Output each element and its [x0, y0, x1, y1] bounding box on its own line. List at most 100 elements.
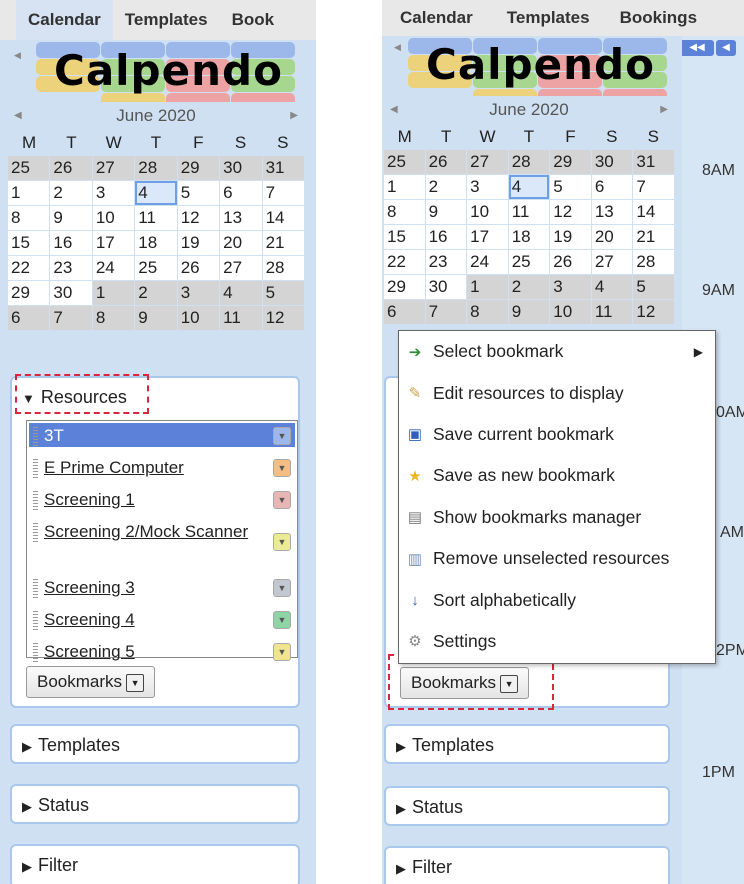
calendar-day[interactable]: 8 [92, 306, 135, 330]
calendar-day[interactable]: 28 [633, 250, 674, 274]
calendar-day[interactable]: 27 [591, 250, 633, 274]
calendar-day[interactable]: 25 [135, 256, 177, 280]
resource-label[interactable]: Screening 2/Mock Scanner [44, 519, 269, 543]
calendar-day[interactable]: 9 [50, 206, 92, 230]
resource-label[interactable]: Screening 5 [44, 639, 269, 663]
calendar-day[interactable]: 5 [177, 181, 220, 205]
calendar-day[interactable]: 11 [508, 200, 550, 224]
resource-label[interactable]: E Prime Computer [44, 455, 269, 479]
calendar-day[interactable]: 10 [467, 200, 508, 224]
calendar-day[interactable]: 11 [591, 300, 633, 324]
calendar-day[interactable]: 3 [550, 275, 591, 299]
calendar-day[interactable]: 13 [220, 206, 262, 230]
calendar-day[interactable]: 28 [135, 156, 177, 180]
menu-item[interactable]: ▥ Remove unselected resources [399, 538, 715, 579]
calendar-day[interactable]: 14 [262, 206, 304, 230]
calendar-day[interactable]: 19 [550, 225, 591, 249]
resource-item[interactable]: Screening 2/Mock Scanner ▼ [29, 519, 295, 567]
calendar-day[interactable]: 4 [508, 175, 550, 199]
calendar-day[interactable]: 16 [425, 225, 467, 249]
color-dropdown-icon[interactable]: ▼ [273, 491, 291, 509]
calendar-day[interactable]: 30 [50, 281, 92, 305]
calendar-day[interactable]: 3 [467, 175, 508, 199]
calendar-day[interactable]: 18 [135, 231, 177, 255]
calendar-day[interactable]: 9 [135, 306, 177, 330]
calendar-day[interactable]: 7 [425, 300, 467, 324]
calendar-day[interactable]: 16 [50, 231, 92, 255]
resource-item[interactable]: 3T ▼ [29, 423, 295, 447]
color-dropdown-icon[interactable]: ▼ [273, 533, 291, 551]
calendar-day[interactable]: 7 [262, 181, 304, 205]
calendar-day[interactable]: 24 [467, 250, 508, 274]
calendar-day[interactable]: 8 [8, 206, 50, 230]
calendar-day[interactable]: 1 [384, 175, 425, 199]
calendar-day[interactable]: 30 [591, 150, 633, 174]
calendar-day[interactable]: 28 [508, 150, 550, 174]
calendar-day[interactable]: 1 [467, 275, 508, 299]
menu-item[interactable]: ▣ Save current bookmark [399, 414, 715, 455]
calendar-day[interactable]: 11 [135, 206, 177, 230]
calendar-day[interactable]: 10 [550, 300, 591, 324]
calendar-day[interactable]: 3 [92, 181, 135, 205]
calendar-day[interactable]: 9 [508, 300, 550, 324]
tab-bookings[interactable]: Bookings [602, 0, 709, 36]
calendar-day[interactable]: 30 [425, 275, 467, 299]
calendar-day[interactable]: 10 [92, 206, 135, 230]
calendar-day[interactable]: 1 [8, 181, 50, 205]
calendar-day[interactable]: 5 [262, 281, 304, 305]
calendar-day[interactable]: 26 [550, 250, 591, 274]
prev-month-icon[interactable]: ◀ [390, 96, 398, 124]
resource-item[interactable]: Screening 3 ▼ [29, 575, 295, 599]
calendar-day[interactable]: 14 [633, 200, 674, 224]
tab-bookings[interactable]: Book [220, 0, 287, 40]
calendar-day[interactable]: 10 [177, 306, 220, 330]
calendar-day[interactable]: 22 [384, 250, 425, 274]
calendar-day[interactable]: 12 [177, 206, 220, 230]
calendar-day[interactable]: 8 [467, 300, 508, 324]
calendar-day[interactable]: 28 [262, 256, 304, 280]
calendar-day[interactable]: 24 [92, 256, 135, 280]
calendar-day[interactable]: 21 [262, 231, 304, 255]
calendar-day[interactable]: 6 [8, 306, 50, 330]
calendar-day[interactable]: 27 [220, 256, 262, 280]
calendar-day[interactable]: 31 [633, 150, 674, 174]
calendar-day[interactable]: 17 [467, 225, 508, 249]
menu-item[interactable]: ✎ Edit resources to display [399, 372, 715, 413]
templates-section[interactable]: ▶ Templates [384, 724, 670, 764]
drag-handle-icon[interactable] [33, 427, 38, 447]
tab-templates[interactable]: Templates [113, 0, 220, 40]
calendar-day[interactable]: 13 [591, 200, 633, 224]
calendar-day[interactable]: 12 [633, 300, 674, 324]
status-section[interactable]: ▶ Status [10, 784, 300, 824]
prev-month-icon[interactable]: ◀ [14, 102, 22, 130]
calendar-day[interactable]: 2 [135, 281, 177, 305]
drag-handle-icon[interactable] [33, 579, 38, 599]
calendar-day[interactable]: 9 [425, 200, 467, 224]
collapse-arrow-icon[interactable]: ◀ [14, 50, 21, 61]
calendar-day[interactable]: 29 [384, 275, 425, 299]
calendar-day[interactable]: 11 [220, 306, 262, 330]
resource-item[interactable]: Screening 4 ▼ [29, 607, 295, 631]
calendar-day[interactable]: 6 [220, 181, 262, 205]
calendar-day[interactable]: 15 [384, 225, 425, 249]
calendar-day[interactable]: 29 [177, 156, 220, 180]
filter-section[interactable]: ▶ Filter [10, 844, 300, 884]
calendar-day[interactable]: 18 [508, 225, 550, 249]
calendar-day[interactable]: 31 [262, 156, 304, 180]
tab-calendar[interactable]: Calendar [382, 0, 485, 36]
drag-handle-icon[interactable] [33, 611, 38, 631]
calendar-day[interactable]: 23 [50, 256, 92, 280]
calendar-day[interactable]: 2 [425, 175, 467, 199]
menu-item[interactable]: ⚙ Settings [399, 621, 715, 662]
calendar-day[interactable]: 30 [220, 156, 262, 180]
templates-section[interactable]: ▶ Templates [10, 724, 300, 764]
calendar-day[interactable]: 25 [508, 250, 550, 274]
calendar-day[interactable]: 20 [220, 231, 262, 255]
drag-handle-icon[interactable] [33, 459, 38, 479]
calendar-day[interactable]: 29 [8, 281, 50, 305]
calendar-day[interactable]: 26 [177, 256, 220, 280]
calendar-day[interactable]: 12 [550, 200, 591, 224]
calendar-day[interactable]: 26 [50, 156, 92, 180]
calendar-day[interactable]: 6 [384, 300, 425, 324]
calendar-day[interactable]: 21 [633, 225, 674, 249]
